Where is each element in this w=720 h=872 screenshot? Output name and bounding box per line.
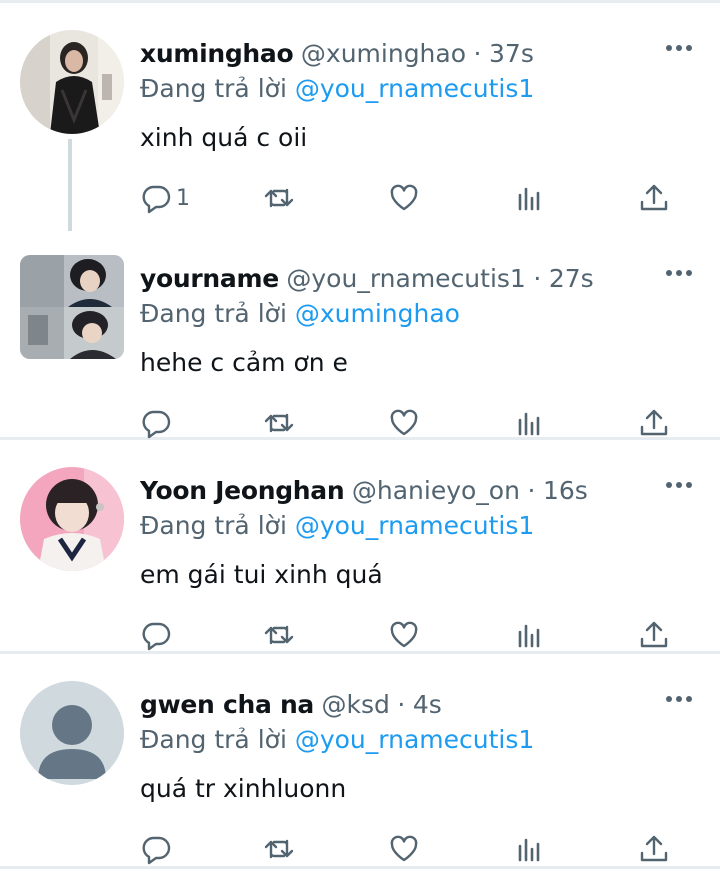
action-bar: 1 [140, 180, 680, 216]
user-handle[interactable]: @hanieyo_on [352, 476, 520, 505]
views-icon [518, 624, 540, 648]
retweet-icon [264, 413, 294, 433]
separator-dot: · [533, 264, 542, 293]
more-icon[interactable] [666, 480, 692, 490]
share-icon [640, 621, 668, 648]
retweet-button[interactable] [263, 831, 295, 867]
share-icon [640, 409, 668, 436]
replying-prefix: Đang trả lời [140, 74, 287, 103]
user-handle[interactable]: @ksd [322, 690, 390, 719]
default-avatar-icon [20, 681, 124, 785]
views-button[interactable] [514, 405, 546, 441]
share-button[interactable] [638, 831, 670, 867]
views-icon [518, 187, 540, 211]
display-name[interactable]: yourname [140, 264, 279, 293]
reply-button[interactable] [140, 405, 176, 441]
retweet-button[interactable] [263, 180, 295, 216]
user-handle[interactable]: @you_rnamecutis1 [286, 264, 525, 293]
reply-button[interactable]: 1 [140, 180, 190, 216]
views-button[interactable] [514, 617, 546, 653]
separator-dot: · [397, 690, 406, 719]
like-icon [390, 835, 418, 862]
action-bar [140, 831, 680, 867]
like-icon [390, 409, 418, 436]
replying-prefix: Đang trả lời [140, 725, 287, 754]
like-button[interactable] [388, 405, 420, 441]
like-button[interactable] [388, 831, 420, 867]
views-button[interactable] [514, 180, 546, 216]
timestamp[interactable]: 37s [489, 39, 534, 68]
share-button[interactable] [638, 405, 670, 441]
user-handle[interactable]: @xuminghao [301, 39, 466, 68]
more-icon[interactable] [666, 268, 692, 278]
retweet-icon [264, 188, 294, 208]
avatar[interactable] [20, 681, 124, 785]
action-bar [140, 617, 680, 653]
views-button[interactable] [514, 831, 546, 867]
mention-link[interactable]: @you_rnamecutis1 [295, 725, 534, 754]
separator-dot: · [473, 39, 482, 68]
like-button[interactable] [388, 180, 420, 216]
tweet[interactable]: xuminghao @xuminghao · 37s Đang trả lời … [0, 3, 720, 231]
views-icon [518, 838, 540, 862]
share-button[interactable] [638, 617, 670, 653]
replying-to: Đang trả lời @you_rnamecutis1 [140, 509, 700, 543]
separator-dot: · [527, 476, 536, 505]
share-icon [640, 184, 668, 211]
retweet-icon [264, 625, 294, 645]
tweet-header: xuminghao @xuminghao · 37s [140, 36, 700, 70]
replying-prefix: Đang trả lời [140, 511, 287, 540]
like-button[interactable] [388, 617, 420, 653]
tweet-text: em gái tui xinh quá [140, 560, 383, 589]
tweet-header: yourname @you_rnamecutis1 · 27s [140, 261, 700, 295]
replying-prefix: Đang trả lời [140, 299, 287, 328]
timestamp[interactable]: 16s [543, 476, 588, 505]
reply-icon [142, 185, 171, 214]
tweet-text: xinh quá c oii [140, 123, 308, 152]
display-name[interactable]: Yoon Jeonghan [140, 476, 345, 505]
action-bar [140, 405, 680, 441]
share-button[interactable] [638, 180, 670, 216]
reply-icon [142, 836, 171, 865]
like-icon [390, 184, 418, 211]
replying-to: Đang trả lời @xuminghao [140, 297, 700, 331]
tweet-header: Yoon Jeonghan @hanieyo_on · 16s [140, 473, 700, 507]
mention-link[interactable]: @you_rnamecutis1 [295, 74, 534, 103]
reply-count: 1 [176, 185, 190, 211]
display-name[interactable]: gwen cha na [140, 690, 314, 719]
views-icon [518, 412, 540, 436]
mention-link[interactable]: @xuminghao [295, 299, 460, 328]
reply-icon [142, 622, 171, 651]
replying-to: Đang trả lời @you_rnamecutis1 [140, 723, 700, 757]
retweet-button[interactable] [263, 405, 295, 441]
tweet-header: gwen cha na @ksd · 4s [140, 687, 700, 721]
reply-icon [142, 410, 171, 439]
tweet[interactable]: gwen cha na @ksd · 4s Đang trả lời @you_… [0, 654, 720, 869]
tweet[interactable]: Yoon Jeonghan @hanieyo_on · 16s Đang trả… [0, 440, 720, 654]
thread-line [68, 139, 72, 231]
reply-button[interactable] [140, 617, 176, 653]
retweet-icon [264, 839, 294, 859]
mention-link[interactable]: @you_rnamecutis1 [295, 511, 534, 540]
tweet-text: hehe c cảm ơn e [140, 348, 348, 377]
retweet-button[interactable] [263, 617, 295, 653]
tweet-text: quá tr xinhluonn [140, 774, 347, 803]
replying-to: Đang trả lời @you_rnamecutis1 [140, 72, 700, 106]
reply-button[interactable] [140, 831, 176, 867]
more-icon[interactable] [666, 43, 692, 53]
share-icon [640, 835, 668, 862]
more-icon[interactable] [666, 694, 692, 704]
like-icon [390, 621, 418, 648]
timestamp[interactable]: 27s [549, 264, 594, 293]
avatar[interactable] [20, 467, 124, 571]
display-name[interactable]: xuminghao [140, 39, 294, 68]
reply-feed: xuminghao @xuminghao · 37s Đang trả lời … [0, 3, 720, 869]
avatar[interactable] [20, 30, 124, 134]
avatar[interactable] [20, 255, 124, 359]
timestamp[interactable]: 4s [413, 690, 442, 719]
tweet[interactable]: yourname @you_rnamecutis1 · 27s Đang trả… [0, 228, 720, 440]
